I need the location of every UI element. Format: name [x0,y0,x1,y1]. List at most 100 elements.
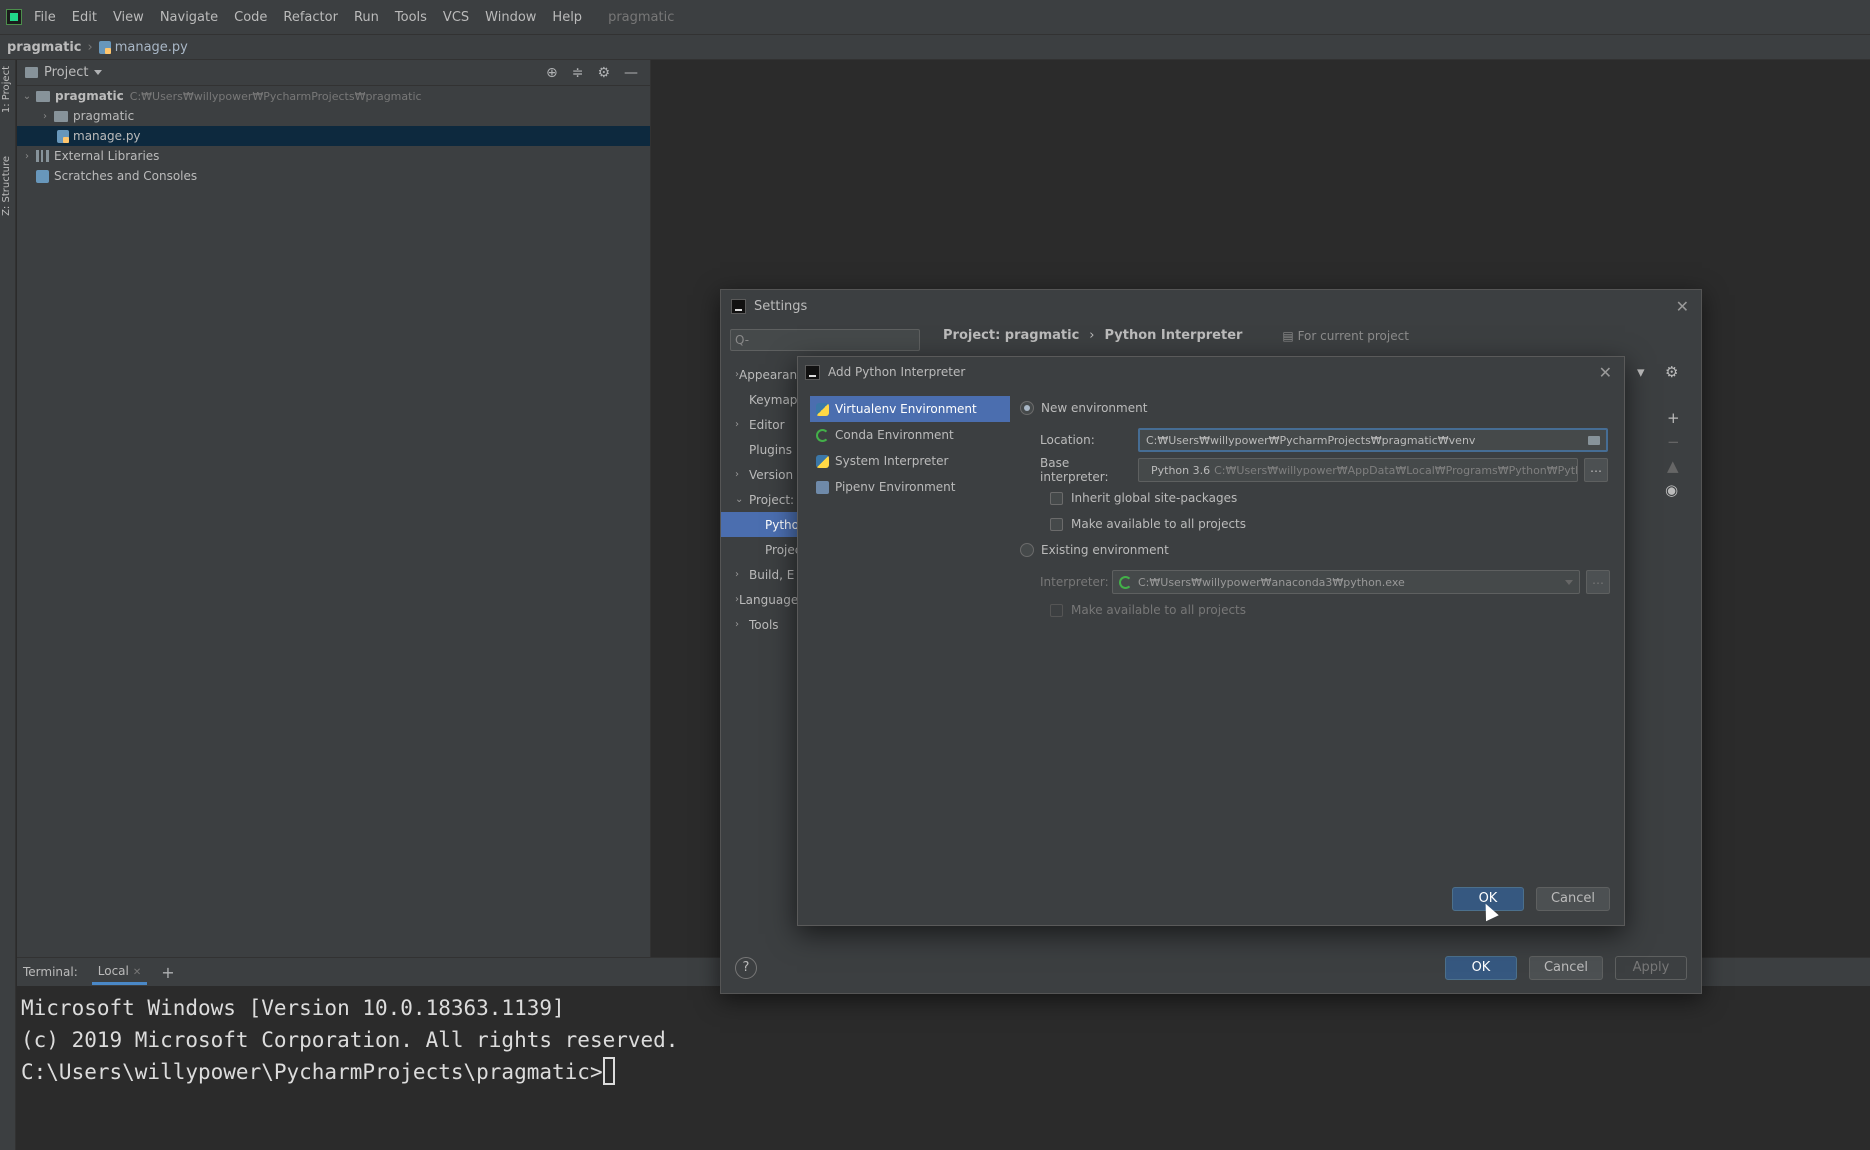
settings-footer: ? OK Cancel Apply [721,943,1701,993]
python-file-icon [98,40,111,54]
collapse-all-icon[interactable]: ≑ [572,65,584,81]
close-icon[interactable]: ✕ [1676,297,1689,316]
tree-item-manage-py[interactable]: manage.py [17,126,650,146]
tree-item-pragmatic-folder[interactable]: › pragmatic [17,106,650,126]
new-terminal-plus-icon[interactable]: + [161,963,174,982]
settings-nav-plugins[interactable]: Plugins [721,437,797,462]
settings-cancel-button[interactable]: Cancel [1528,956,1603,980]
chevron-down-icon[interactable] [94,70,103,75]
menu-window[interactable]: Window [485,10,536,25]
close-icon[interactable]: ✕ [133,967,141,978]
menu-code[interactable]: Code [234,10,267,25]
existing-environment-radio[interactable] [1020,543,1034,557]
menu-view[interactable]: View [113,10,144,25]
browse-base-interpreter-button[interactable]: … [1584,458,1608,482]
menu-help[interactable]: Help [552,10,582,25]
add-interpreter-buttons: OK Cancel [1451,887,1610,911]
tree-item-external-libraries[interactable]: › External Libraries [17,146,650,166]
env-type-pipenv[interactable]: Pipenv Environment [810,474,1010,500]
project-view-selector[interactable]: Project [44,65,88,80]
breadcrumb-file[interactable]: manage.py [115,40,188,55]
library-icon [36,150,49,162]
settings-nav-languages[interactable]: ›Languages [721,587,797,612]
menu-navigate[interactable]: Navigate [160,10,218,25]
nav-label: Tools [749,617,779,632]
settings-breadcrumb: Project: pragmatic › Python Interpreter … [943,328,1409,343]
env-type-label: Conda Environment [835,428,954,442]
nav-label: Appearance [739,367,797,382]
add-package-plus-icon[interactable]: + [1667,409,1680,427]
chevron-down-icon[interactable]: ⌄ [21,91,33,102]
browse-interpreter-button[interactable]: … [1586,570,1610,594]
inherit-packages-option[interactable]: Inherit global site-packages [1020,485,1616,511]
help-icon[interactable]: ? [735,957,757,979]
settings-ok-button[interactable]: OK [1444,956,1517,980]
tree-item-scratches[interactable]: Scratches and Consoles [17,166,650,186]
inherit-packages-checkbox[interactable] [1050,491,1063,505]
chevron-right-icon: › [735,619,739,630]
env-type-system[interactable]: System Interpreter [810,448,1010,474]
base-interpreter-select[interactable]: Python 3.6 C:₩Users₩willypower₩AppData₩L… [1138,458,1578,482]
chevron-down-icon[interactable] [1565,579,1573,585]
gear-icon[interactable]: ⚙ [1665,363,1678,381]
settings-nav-appearance[interactable]: ›Appearance [721,362,797,387]
menu-refactor[interactable]: Refactor [283,10,338,25]
menu-run[interactable]: Run [354,10,379,25]
settings-nav-python-interpreter[interactable]: Python [721,512,797,537]
gear-icon[interactable]: ⚙ [597,65,610,81]
chevron-right-icon: › [735,419,739,430]
menu-tools[interactable]: Tools [395,10,427,25]
interpreter-row: Interpreter: C:₩Users₩willypower₩anacond… [1020,567,1616,597]
locate-icon[interactable]: ⊕ [546,65,558,81]
eye-icon[interactable]: ◉ [1665,481,1678,499]
chevron-right-icon[interactable]: › [39,111,51,122]
menu-edit[interactable]: Edit [72,10,97,25]
settings-nav-project-structure[interactable]: Project [721,537,797,562]
nav-label: Plugins [749,442,792,457]
interpreter-select[interactable]: C:₩Users₩willypower₩anaconda3₩python.exe [1112,570,1580,594]
make-available-existing-option[interactable]: Make available to all projects [1020,597,1616,623]
make-available-existing-checkbox[interactable] [1050,603,1063,617]
breadcrumb-project[interactable]: pragmatic [7,40,82,55]
env-type-label: Pipenv Environment [835,480,956,494]
pycharm-icon [731,298,746,314]
settings-nav-build[interactable]: › Build, E [721,562,797,587]
upgrade-package-icon[interactable]: ▲ [1667,457,1679,475]
settings-search-input[interactable]: Q- [730,329,920,351]
menu-vcs[interactable]: VCS [443,10,469,25]
conda-icon [1119,575,1132,589]
project-tool-tab[interactable]: 1: Project [1,66,12,113]
add-interpreter-cancel-button[interactable]: Cancel [1535,887,1610,911]
make-available-option[interactable]: Make available to all projects [1020,511,1616,537]
existing-environment-option[interactable]: Existing environment [1020,537,1616,563]
settings-apply-button[interactable]: Apply [1615,956,1687,980]
terminal-output[interactable]: Microsoft Windows [Version 10.0.18363.11… [17,986,1870,1094]
settings-nav-project[interactable]: ⌄ Project: [721,487,797,512]
new-environment-option[interactable]: New environment [1020,395,1616,421]
settings-nav-keymap[interactable]: Keymap [721,387,797,412]
settings-nav-tools[interactable]: › Tools [721,612,797,637]
chevron-down-icon[interactable]: ▾ [1637,363,1645,381]
new-environment-radio[interactable] [1020,401,1034,415]
hide-panel-icon[interactable]: — [624,65,638,81]
left-tool-stripe: 1: Project Z: Structure [0,60,16,1150]
browse-folder-icon[interactable] [1588,435,1600,445]
terminal-prompt-line: C:\Users\willypower\PycharmProjects\prag… [21,1056,1866,1088]
terminal-tab-local[interactable]: Local ✕ [91,960,148,985]
make-available-checkbox[interactable] [1050,517,1063,531]
structure-tool-tab[interactable]: Z: Structure [1,156,12,216]
close-icon[interactable]: ✕ [1599,363,1612,382]
env-type-conda[interactable]: Conda Environment [810,422,1010,448]
nav-label: Build, E [749,567,795,582]
settings-nav-version-control[interactable]: › Version [721,462,797,487]
base-interpreter-version: Python 3.6 [1151,463,1211,477]
env-type-virtualenv[interactable]: Virtualenv Environment [810,396,1010,422]
location-input[interactable]: C:₩Users₩willypower₩PycharmProjects₩prag… [1138,428,1608,452]
settings-nav-editor[interactable]: › Editor [721,412,797,437]
folder-icon [36,90,50,102]
add-python-interpreter-dialog: Add Python Interpreter ✕ Virtualenv Envi… [797,356,1625,926]
tree-item-project-root[interactable]: ⌄ pragmatic C:₩Users₩willypower₩PycharmP… [17,86,650,106]
chevron-right-icon[interactable]: › [21,151,33,162]
remove-package-minus-icon[interactable]: − [1667,433,1680,451]
menu-file[interactable]: File [34,10,56,25]
